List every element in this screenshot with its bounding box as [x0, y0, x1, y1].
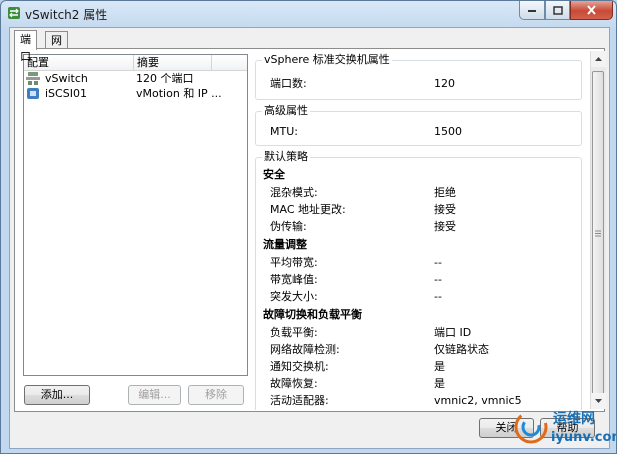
close-icon [587, 5, 596, 15]
policy-label: 混杂模式: [270, 186, 318, 199]
dialog-client-area: 端口 网络适配器 配置 摘要 vSwit [9, 27, 610, 449]
section-heading-failover: 故障切换和负载平衡 [263, 308, 362, 321]
minimize-button[interactable] [519, 1, 545, 20]
group-title: vSphere 标准交换机属性 [262, 53, 392, 67]
group-title: 高级属性 [262, 104, 310, 118]
ports-value: 120 [434, 77, 455, 90]
properties-window: vSwitch2 属性 端口 网络适配器 配置 摘要 [0, 0, 617, 454]
scroll-up-icon [595, 57, 602, 61]
list-item[interactable]: vSwitch 120 个端口 [24, 71, 247, 86]
watermark-logo: 运维网 iyunv.com [514, 410, 617, 445]
policy-value: 接受 [434, 203, 456, 216]
list-item-summary: 120 个端口 [136, 72, 194, 85]
add-button[interactable]: 添加... [24, 385, 90, 405]
policy-label: 负载平衡: [270, 326, 318, 339]
tab-ports[interactable]: 端口 [14, 30, 37, 63]
scroll-down-icon [595, 399, 602, 403]
policy-value: -- [434, 273, 442, 286]
policy-label: 故障恢复: [270, 377, 318, 390]
vswitch-icon [26, 72, 40, 85]
maximize-button[interactable] [545, 1, 570, 20]
ports-label: 端口数: [270, 77, 307, 90]
policy-label: MAC 地址更改: [270, 203, 346, 216]
group-title: 默认策略 [262, 150, 310, 164]
details-pane: vSphere 标准交换机属性 端口数: 120 高级属性 MTU: 1500 … [255, 52, 587, 410]
policy-label: 突发大小: [270, 290, 318, 303]
remove-button[interactable]: 移除 [188, 385, 244, 405]
tab-network-adapters[interactable]: 网络适配器 [45, 31, 68, 115]
window-title: vSwitch2 属性 [25, 8, 108, 22]
policy-value: -- [434, 256, 442, 269]
policy-label: 活动适配器: [270, 394, 329, 407]
policy-value: 端口 ID [434, 326, 472, 339]
default-policy-group: 默认策略 安全 混杂模式: 拒绝 MAC 地址更改: 接受 伪传输: 接受 流量… [255, 150, 582, 410]
vswitch-app-icon [8, 7, 20, 19]
watermark-text: 运维网 [553, 410, 595, 427]
policy-label: 带宽峰值: [270, 273, 318, 286]
scroll-up-button[interactable] [591, 51, 606, 67]
scroll-thumb[interactable] [592, 71, 604, 396]
list-item-name: iSCSI01 [45, 87, 87, 100]
policy-label: 网络故障检测: [270, 343, 340, 356]
edit-button[interactable]: 编辑... [128, 385, 181, 405]
policy-value: -- [434, 290, 442, 303]
policy-value: 是 [434, 377, 445, 390]
policy-label: 平均带宽: [270, 256, 318, 269]
policy-label: 伪传输: [270, 220, 307, 233]
title-bar[interactable]: vSwitch2 属性 [1, 1, 616, 25]
vmkernel-port-icon [27, 88, 39, 99]
list-item-name: vSwitch [45, 72, 88, 85]
maximize-icon [552, 5, 563, 15]
port-config-list[interactable]: 配置 摘要 vSwitch 120 个端口 iSCSI01 vMotion 和 … [23, 54, 248, 376]
policy-value: vmnic2, vmnic5 [434, 394, 522, 407]
mtu-label: MTU: [270, 125, 298, 138]
column-header-config[interactable]: 配置 [24, 55, 134, 70]
watermark-url: iyunv.com [551, 430, 617, 445]
policy-value: 仅链路状态 [434, 343, 489, 356]
policy-value: 是 [434, 360, 445, 373]
column-header-summary[interactable]: 摘要 [134, 55, 212, 70]
list-item-summary: vMotion 和 IP ... [136, 87, 222, 100]
watermark-swirl-icon [514, 410, 548, 444]
policy-value: 拒绝 [434, 186, 456, 199]
grip-icon [595, 230, 601, 237]
section-heading-traffic-shaping: 流量调整 [263, 238, 307, 251]
list-header: 配置 摘要 [24, 55, 247, 71]
policy-label: 通知交换机: [270, 360, 329, 373]
advanced-properties-group: 高级属性 MTU: 1500 [255, 104, 582, 146]
section-heading-security: 安全 [263, 168, 285, 181]
policy-value: 接受 [434, 220, 456, 233]
list-item[interactable]: iSCSI01 vMotion 和 IP ... [24, 86, 247, 101]
minimize-icon [528, 10, 536, 12]
ports-tab-panel: 配置 摘要 vSwitch 120 个端口 iSCSI01 vMotion 和 … [14, 48, 606, 412]
details-scrollbar[interactable] [590, 51, 606, 409]
window-close-button[interactable] [570, 1, 613, 20]
mtu-value: 1500 [434, 125, 462, 138]
vswitch-properties-group: vSphere 标准交换机属性 端口数: 120 [255, 53, 582, 100]
